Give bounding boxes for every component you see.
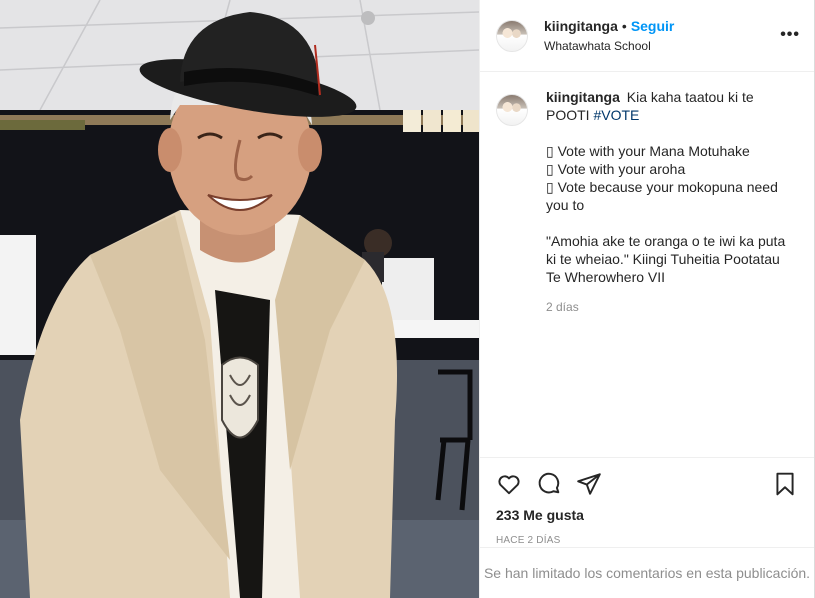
- caption-first-lines: kiingitanga Kia kaha taatou ki te POOTI …: [546, 88, 786, 124]
- post-date[interactable]: HACE 2 DÍAS: [496, 535, 798, 546]
- caption-username[interactable]: kiingitanga: [546, 89, 620, 105]
- caption-quote: "Amohia ake te oranga o te iwi ka puta k…: [546, 233, 786, 285]
- comments-area: kiingitanga Kia kaha taatou ki te POOTI …: [480, 72, 814, 457]
- separator-dot: •: [621, 18, 627, 34]
- photo-scene: [0, 0, 479, 598]
- action-icons: [496, 458, 798, 506]
- caption-hashtag[interactable]: #VOTE: [593, 107, 639, 123]
- share-icon[interactable]: [576, 464, 616, 504]
- caption-line-2: ▯ Vote with your aroha: [546, 160, 786, 178]
- caption: kiingitanga Kia kaha taatou ki te POOTI …: [496, 88, 798, 316]
- comments-limited-notice: Se han limitado los comentarios en esta …: [480, 547, 814, 598]
- caption-gap: [546, 214, 786, 232]
- post-photo[interactable]: [0, 0, 479, 598]
- comment-icon[interactable]: [536, 464, 576, 504]
- follow-button[interactable]: Seguir: [631, 18, 675, 34]
- caption-avatar[interactable]: [496, 94, 528, 126]
- author-username[interactable]: kiingitanga: [544, 18, 618, 34]
- caption-line-3-text: Vote because your mokopuna need you to: [546, 179, 778, 213]
- bullet-icon: ▯: [546, 161, 554, 177]
- more-options-icon[interactable]: •••: [780, 26, 800, 44]
- caption-line-3: ▯ Vote because your mokopuna need you to: [546, 178, 786, 214]
- bookmark-icon[interactable]: [758, 464, 798, 504]
- post-location[interactable]: Whatawhata School: [544, 39, 674, 54]
- post-actions: 233 Me gusta HACE 2 DÍAS: [480, 457, 814, 547]
- caption-gap: [546, 124, 786, 142]
- caption-timestamp[interactable]: 2 días: [546, 298, 786, 316]
- caption-line-1: ▯ Vote with your Mana Motuhake: [546, 142, 786, 160]
- caption-line-2-text: Vote with your aroha: [557, 161, 686, 177]
- like-count[interactable]: 233 Me gusta: [496, 507, 798, 523]
- caption-body: kiingitanga Kia kaha taatou ki te POOTI …: [546, 88, 786, 316]
- caption-line-1-text: Vote with your Mana Motuhake: [557, 143, 750, 159]
- author-avatar[interactable]: [496, 19, 528, 52]
- heart-icon[interactable]: [496, 464, 536, 504]
- post-header: kiingitanga • Seguir Whatawhata School •••: [480, 0, 814, 72]
- bullet-icon: ▯: [546, 143, 554, 159]
- post-detail-panel: kiingitanga • Seguir Whatawhata School •••…: [479, 0, 815, 598]
- bullet-icon: ▯: [546, 179, 554, 195]
- author-info: kiingitanga • Seguir Whatawhata School: [544, 17, 674, 54]
